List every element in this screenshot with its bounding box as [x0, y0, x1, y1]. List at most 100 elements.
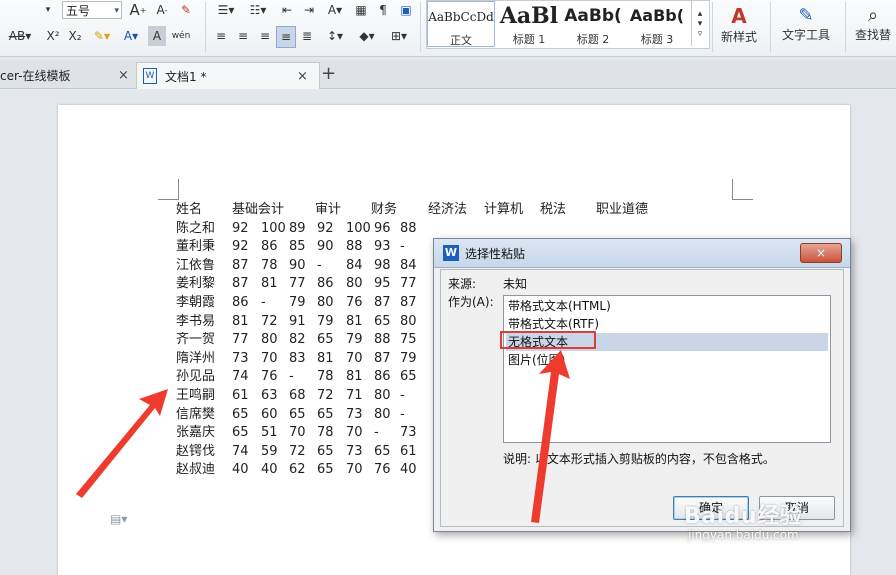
new-tab-icon[interactable]: +	[321, 63, 336, 84]
tab-document1[interactable]: W 文档1 * ×	[136, 62, 320, 89]
table-score-cell: 92	[232, 220, 249, 236]
clear-format-icon[interactable]: ✎	[176, 0, 196, 20]
table-score-cell: 73	[232, 350, 249, 366]
close-icon[interactable]: ×	[118, 68, 129, 83]
style-normal[interactable]: AaBbCcDd 正文	[427, 1, 495, 47]
close-icon: ×	[815, 246, 827, 260]
table-score-cell: 91	[289, 313, 306, 329]
table-header-cell: 审计	[315, 202, 342, 217]
close-icon[interactable]: ×	[297, 69, 308, 84]
table-score-cell: -	[400, 406, 405, 422]
style-heading-3[interactable]: AaBb( 标题 3	[625, 1, 689, 47]
distributed-align-icon[interactable]: ≣	[298, 26, 316, 46]
char-shading-icon[interactable]: A	[148, 26, 166, 46]
style-sample: AaBl	[499, 3, 559, 29]
table-score-cell: 88	[346, 239, 363, 255]
strikethrough-icon[interactable]: AB ▾	[2, 26, 38, 46]
table-score-cell: -	[400, 239, 405, 255]
chevron-up-icon: ▴	[697, 8, 703, 19]
table-score-cell: 86	[261, 239, 278, 255]
table-score-cell: 40	[400, 462, 417, 478]
table-score-cell: 89	[289, 220, 306, 236]
paste-as-listbox[interactable]: 带格式文本(HTML) 带格式文本(RTF) 无格式文本 图片(位图)	[503, 295, 831, 443]
font-size-select[interactable]: 五号 ▾	[62, 1, 122, 19]
table-score-cell: 85	[289, 239, 306, 255]
bullet-list-icon[interactable]: ☰▾	[212, 0, 240, 20]
paragraph-settings-icon[interactable]: ▣	[396, 0, 416, 20]
table-score-cell: 70	[289, 425, 306, 441]
phonetic-guide-icon[interactable]: wén	[170, 26, 192, 46]
style-heading-2[interactable]: AaBb( 标题 2	[561, 1, 625, 47]
dialog-titlebar[interactable]: W 选择性粘贴 ×	[434, 239, 850, 268]
table-name-cell: 信席樊	[176, 406, 216, 422]
table-score-cell: 72	[261, 313, 278, 329]
table-score-cell: 95	[374, 276, 391, 292]
new-style-button[interactable]: A 新样式	[714, 0, 764, 48]
tab-online-template[interactable]: cer-在线模板 ×	[0, 62, 134, 88]
align-right-icon[interactable]: ≡	[256, 26, 274, 46]
table-score-cell: 65	[232, 425, 249, 441]
table-score-cell: 63	[261, 388, 278, 403]
table-score-cell: -	[289, 369, 294, 385]
show-marks-icon[interactable]: ¶	[374, 0, 392, 20]
watermark-logo: Baidu经验	[684, 504, 803, 529]
table-score-cell: 88	[400, 220, 417, 236]
table-score-cell: 72	[317, 388, 334, 403]
numbered-list-icon[interactable]: ☷▾	[244, 0, 272, 20]
table-name-cell: 陈之和	[176, 220, 216, 236]
table-score-cell: 81	[317, 350, 334, 366]
gallery-scroll[interactable]: ▴ ▾ ▿	[691, 1, 708, 46]
table-score-cell: 77	[400, 276, 417, 292]
table-score-cell: 79	[289, 295, 306, 310]
dropdown-arrow-icon: ▾	[45, 5, 51, 15]
dropdown-arrow-icon: ▾	[114, 6, 119, 16]
find-replace-label: 查找替	[854, 28, 891, 42]
align-center-icon[interactable]: ≡	[234, 26, 252, 46]
superscript-icon[interactable]: X²	[44, 26, 62, 46]
justify-icon[interactable]: ≡	[276, 26, 296, 48]
table-header-cell: 财务	[371, 202, 398, 217]
table-name-cell: 江依鲁	[176, 257, 216, 273]
highlight-color-icon[interactable]: ✎▾	[90, 26, 114, 46]
table-score-cell: 90	[317, 239, 334, 255]
align-left-icon[interactable]: ≡	[212, 26, 230, 46]
table-score-cell: 78	[261, 257, 278, 273]
style-heading-1[interactable]: AaBl 标题 1	[497, 1, 561, 47]
option-bitmap-picture[interactable]: 图片(位图)	[506, 351, 828, 369]
find-replace-button[interactable]: ⌕ 查找替	[850, 0, 896, 48]
table-score-cell: 92	[317, 220, 334, 236]
table-score-cell: 65	[317, 332, 334, 348]
option-html-text[interactable]: 带格式文本(HTML)	[506, 297, 828, 315]
table-score-cell: 78	[317, 369, 334, 385]
increase-indent-icon[interactable]: ⇥	[300, 0, 318, 20]
table-icon[interactable]: ▦	[352, 0, 370, 20]
paste-options-icon[interactable]: ▤▾	[110, 512, 127, 526]
close-button[interactable]: ×	[800, 243, 842, 263]
table-name-cell: 赵叔迪	[176, 462, 216, 478]
font-color-icon[interactable]: A▾	[118, 26, 144, 46]
decrease-indent-icon[interactable]: ⇤	[278, 0, 296, 20]
chevron-down-icon: ▾	[697, 18, 703, 29]
crop-mark	[158, 179, 179, 200]
subscript-icon[interactable]: X₂	[66, 26, 84, 46]
font-size-value: 五号	[66, 4, 91, 18]
table-score-cell: 76	[346, 295, 363, 310]
grow-font-icon[interactable]: A +	[128, 0, 148, 20]
paragraph-shading-icon[interactable]: ◆▾	[354, 26, 380, 46]
table-score-cell: 65	[317, 443, 334, 459]
paste-as-label: 作为(A):	[448, 295, 494, 309]
table-score-cell: 76	[374, 462, 391, 478]
shrink-font-icon[interactable]: A-	[152, 0, 172, 20]
font-name-box-tail[interactable]: ▾	[0, 2, 56, 18]
text-tools-button[interactable]: ✎ 文字工具	[776, 0, 836, 48]
table-score-cell: 90	[289, 257, 306, 273]
annotation-highlight-box	[500, 331, 596, 349]
table-score-cell: 78	[317, 425, 334, 441]
line-spacing-icon[interactable]: ↕▾	[322, 26, 348, 46]
table-score-cell: 73	[346, 406, 363, 422]
table-score-cell: 81	[261, 276, 278, 292]
table-score-cell: -	[374, 425, 379, 441]
borders-icon[interactable]: ⊞▾	[386, 26, 412, 46]
table-score-cell: 81	[346, 369, 363, 385]
text-direction-icon[interactable]: A▾	[322, 0, 348, 20]
